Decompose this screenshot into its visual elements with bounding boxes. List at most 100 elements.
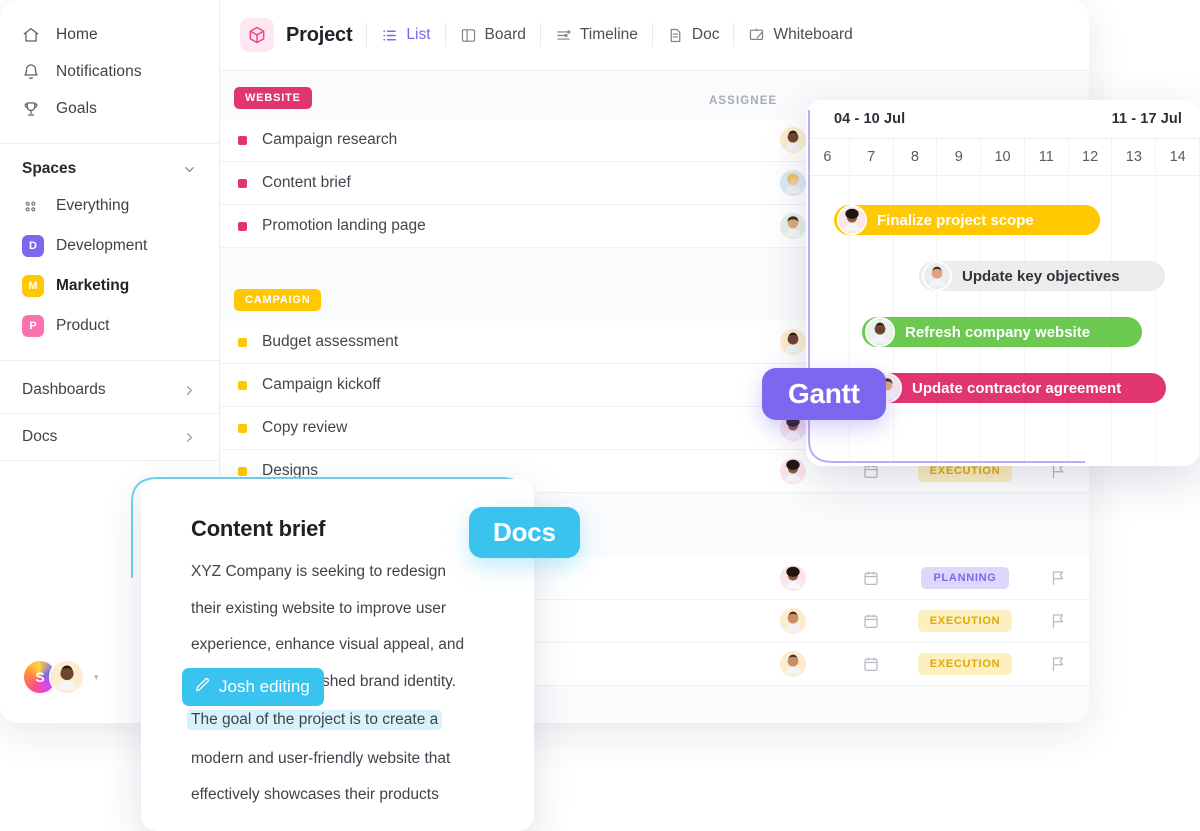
avatar-user[interactable] bbox=[49, 659, 85, 695]
row-cells: EXECUTION bbox=[747, 643, 1089, 685]
task-name: Promotion landing page bbox=[262, 217, 426, 234]
task-name: Copy review bbox=[262, 419, 348, 436]
task-status-dot bbox=[238, 423, 247, 433]
status-badge-cell[interactable]: PLANNING bbox=[903, 567, 1027, 589]
avatar bbox=[837, 205, 867, 235]
sidebar-divider-1 bbox=[0, 143, 219, 144]
sidebar-item-home[interactable]: Home bbox=[0, 16, 219, 53]
tab-doc-label: Doc bbox=[691, 26, 720, 43]
assignee-cell[interactable] bbox=[747, 608, 839, 634]
sidebar-item-product[interactable]: P Product bbox=[0, 306, 219, 346]
spaces-section-header[interactable]: Spaces bbox=[0, 150, 219, 186]
collaborator-label: Josh editing bbox=[219, 677, 310, 696]
doc-paragraph: effectively showcases their products bbox=[191, 786, 439, 803]
calendar-icon[interactable] bbox=[839, 569, 903, 587]
avatar bbox=[780, 565, 806, 591]
row-cells: PLANNING bbox=[747, 557, 1089, 599]
toolbar-divider bbox=[444, 23, 446, 47]
status-badge-cell[interactable]: EXECUTION bbox=[903, 653, 1027, 675]
sidebar-item-notifications-label: Notifications bbox=[56, 62, 142, 80]
home-icon bbox=[22, 26, 44, 44]
chevron-right-icon bbox=[182, 383, 197, 398]
tab-whiteboard[interactable]: Whiteboard bbox=[748, 26, 853, 44]
gantt-week-2: 11 - 17 Jul bbox=[1111, 111, 1182, 127]
gantt-day-header: 6 7 8 9 10 11 12 13 14 bbox=[806, 138, 1200, 176]
page-title: Project bbox=[286, 23, 353, 46]
group-chip-campaign: CAMPAIGN bbox=[234, 289, 322, 311]
sidebar-item-docs-label: Docs bbox=[22, 428, 58, 445]
chevron-down-icon[interactable] bbox=[182, 162, 197, 177]
flag-icon[interactable] bbox=[1027, 569, 1089, 587]
gantt-bar-refresh-company-website[interactable]: Refresh company website bbox=[862, 317, 1142, 347]
doc-paragraph-highlighted: The goal of the project is to create a bbox=[187, 710, 511, 730]
sidebar-item-everything[interactable]: Everything bbox=[0, 186, 219, 226]
avatar bbox=[780, 458, 806, 484]
pencil-icon bbox=[194, 676, 211, 698]
avatar bbox=[780, 127, 806, 153]
user-avatar-group[interactable]: S ▾ bbox=[22, 659, 99, 695]
space-badge-development: D bbox=[22, 235, 44, 257]
assignee-cell[interactable] bbox=[747, 651, 839, 677]
tab-whiteboard-label: Whiteboard bbox=[773, 26, 853, 43]
status-badge-cell[interactable]: EXECUTION bbox=[903, 610, 1027, 632]
status-badge: EXECUTION bbox=[917, 653, 1013, 675]
flag-icon[interactable] bbox=[1027, 655, 1089, 673]
doc-highlight: The goal of the project is to create a bbox=[187, 710, 443, 730]
sidebar-item-product-label: Product bbox=[56, 317, 110, 334]
collaborator-cursor-badge: Josh editing bbox=[182, 668, 324, 706]
sidebar-item-dashboards[interactable]: Dashboards bbox=[0, 367, 219, 413]
avatar bbox=[780, 608, 806, 634]
sidebar-item-docs[interactable]: Docs bbox=[0, 414, 219, 460]
gantt-bar-finalize-project-scope[interactable]: Finalize project scope bbox=[834, 205, 1100, 235]
bell-icon bbox=[22, 63, 44, 81]
tab-doc[interactable]: Doc bbox=[667, 26, 720, 44]
tab-timeline-label: Timeline bbox=[579, 26, 638, 43]
avatar bbox=[922, 261, 952, 291]
sidebar-item-dashboards-label: Dashboards bbox=[22, 381, 106, 398]
avatar bbox=[865, 317, 895, 347]
status-badge: PLANNING bbox=[921, 567, 1009, 589]
sidebar-item-goals[interactable]: Goals bbox=[0, 90, 219, 127]
assignee-cell[interactable] bbox=[747, 565, 839, 591]
sidebar-item-notifications[interactable]: Notifications bbox=[0, 53, 219, 90]
gantt-bar-label: Refresh company website bbox=[905, 323, 1091, 341]
sidebar-item-goals-label: Goals bbox=[56, 99, 97, 117]
doc-paragraph: experience, enhance visual appeal, and bbox=[191, 636, 465, 653]
sidebar-item-home-label: Home bbox=[56, 25, 98, 43]
grid-icon bbox=[22, 198, 44, 215]
doc-title: Content brief bbox=[191, 516, 326, 541]
tab-list[interactable]: List bbox=[381, 26, 431, 44]
task-status-dot bbox=[238, 178, 247, 188]
gantt-day: 12 bbox=[1069, 139, 1113, 175]
cube-icon bbox=[240, 18, 274, 52]
gantt-day: 6 bbox=[806, 139, 850, 175]
row-cells: EXECUTION bbox=[747, 600, 1089, 642]
gantt-grid-col bbox=[1156, 174, 1200, 466]
sidebar-item-marketing[interactable]: M Marketing bbox=[0, 266, 219, 306]
doc-paragraph: their existing website to improve user bbox=[191, 599, 447, 617]
gantt-bar-label: Update contractor agreement bbox=[912, 379, 1122, 397]
board-icon bbox=[460, 27, 477, 44]
task-status-dot bbox=[238, 337, 247, 347]
view-toolbar: Project List Board Timeline Doc Whiteboa… bbox=[220, 0, 1089, 71]
doc-icon bbox=[667, 27, 684, 44]
tab-board[interactable]: Board bbox=[460, 26, 526, 44]
gantt-bar-label: Finalize project scope bbox=[877, 211, 1034, 229]
task-name: Campaign kickoff bbox=[262, 376, 381, 393]
space-badge-product: P bbox=[22, 315, 44, 337]
calendar-icon[interactable] bbox=[839, 655, 903, 673]
gantt-bar-label: Update key objectives bbox=[962, 267, 1120, 285]
flag-icon[interactable] bbox=[1027, 612, 1089, 630]
calendar-icon[interactable] bbox=[839, 612, 903, 630]
tab-timeline[interactable]: Timeline bbox=[555, 26, 638, 44]
gantt-day: 13 bbox=[1112, 139, 1157, 175]
gantt-bar-update-contractor-agreement[interactable]: Update contractor agreement bbox=[869, 373, 1166, 403]
avatar bbox=[780, 329, 806, 355]
user-caret-icon[interactable]: ▾ bbox=[94, 672, 99, 683]
gantt-week-header: 04 - 10 Jul 11 - 17 Jul bbox=[806, 100, 1200, 138]
sidebar-item-development[interactable]: D Development bbox=[0, 226, 219, 266]
toolbar-divider bbox=[366, 23, 368, 47]
toolbar-divider bbox=[733, 23, 735, 47]
gantt-bar-update-key-objectives[interactable]: Update key objectives bbox=[919, 261, 1165, 291]
tab-list-label: List bbox=[406, 26, 431, 43]
